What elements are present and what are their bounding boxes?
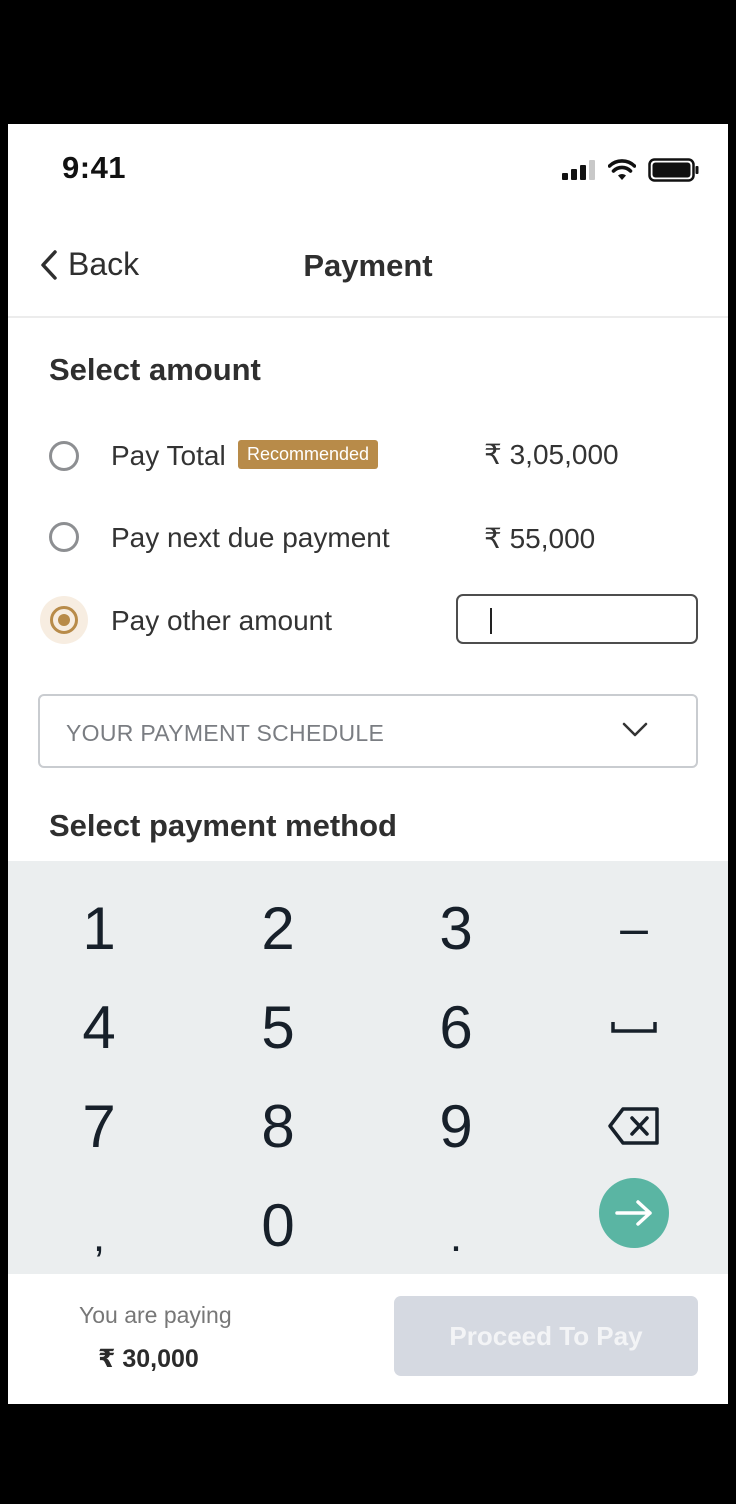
radio-ring [50, 606, 78, 634]
chevron-down-icon [622, 722, 648, 737]
option-label: Pay next due payment [111, 522, 390, 553]
status-time: 9:41 [62, 150, 127, 185]
option-label: Pay other amount [111, 605, 333, 636]
key-9[interactable]: 9 [367, 1077, 545, 1175]
phone-screen: 9:41 Back Payment Select amount Pay Tota… [8, 124, 728, 1404]
nav-bar: Back Payment [8, 224, 728, 318]
option-label: Pay Total [111, 440, 226, 471]
radio-dot [58, 614, 70, 626]
key-backspace[interactable] [545, 1077, 723, 1175]
battery-icon [648, 158, 699, 182]
key-7[interactable]: 7 [10, 1077, 188, 1175]
paying-label: You are paying [79, 1302, 232, 1328]
status-bar: 9:41 [8, 124, 728, 214]
footer: You are paying ₹ 30,000 Proceed To Pay [8, 1274, 728, 1404]
key-space[interactable] [545, 978, 723, 1076]
arrow-right-icon [615, 1200, 652, 1226]
numeric-keypad: 1 2 3 – 4 5 6 7 8 9 , 0 . [8, 861, 728, 1274]
backspace-icon [608, 1107, 659, 1145]
text-caret [490, 608, 492, 634]
key-4[interactable]: 4 [10, 978, 188, 1076]
option-amount: ₹ 55,000 [484, 523, 596, 554]
wifi-icon [608, 159, 636, 180]
key-minus[interactable]: – [545, 879, 723, 977]
payment-schedule-dropdown[interactable]: YOUR PAYMENT SCHEDULE [38, 694, 698, 768]
proceed-to-pay-button[interactable]: Proceed To Pay [394, 1296, 698, 1376]
key-comma[interactable]: , [10, 1178, 188, 1276]
radio-pay-total[interactable] [49, 441, 79, 471]
page-title: Payment [303, 248, 433, 283]
recommended-badge: Recommended [238, 440, 379, 469]
key-6[interactable]: 6 [367, 978, 545, 1076]
key-period[interactable]: . [367, 1178, 545, 1276]
option-amount: ₹ 3,05,000 [484, 439, 619, 470]
key-8[interactable]: 8 [189, 1077, 367, 1175]
space-key-icon [611, 1022, 657, 1033]
radio-pay-next-due[interactable] [49, 522, 79, 552]
key-1[interactable]: 1 [10, 879, 188, 977]
option-pay-total[interactable]: Pay Total Recommended ₹ 3,05,000 [8, 426, 728, 486]
status-icons [562, 158, 700, 182]
go-button[interactable] [599, 1178, 669, 1248]
option-pay-next-due[interactable]: Pay next due payment ₹ 55,000 [8, 509, 728, 569]
other-amount-input[interactable] [456, 594, 698, 644]
key-3[interactable]: 3 [367, 879, 545, 977]
select-payment-method-title: Select payment method [49, 808, 397, 843]
key-5[interactable]: 5 [189, 978, 367, 1076]
key-0[interactable]: 0 [189, 1176, 367, 1274]
key-2[interactable]: 2 [189, 879, 367, 977]
radio-pay-other[interactable] [40, 596, 88, 644]
payment-schedule-label: YOUR PAYMENT SCHEDULE [66, 720, 385, 746]
paying-amount: ₹ 30,000 [98, 1345, 199, 1373]
select-amount-title: Select amount [49, 352, 261, 387]
cellular-signal-icon [562, 160, 595, 180]
